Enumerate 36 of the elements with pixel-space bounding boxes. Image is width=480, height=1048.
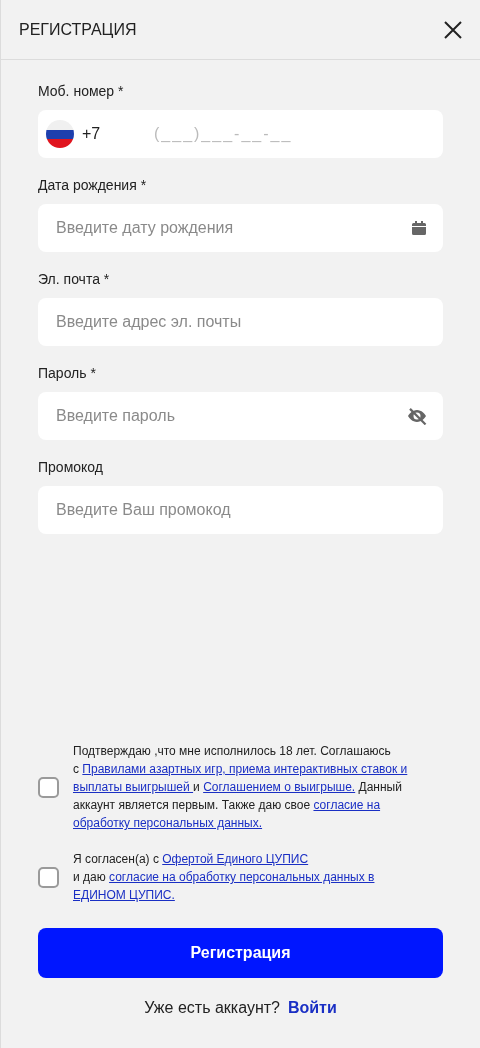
account-prompt: Уже есть аккаунт? <box>144 998 280 1018</box>
consent-text: Я согласен(а) с Офертой Единого ЦУПИС и даю согласие на обработку персональных данных в ЕДИНОМ ЦУПИС. <box>73 851 375 904</box>
input-field[interactable]: Введите Ваш промокод <box>38 486 443 534</box>
text-input[interactable]: Введите Ваш промокод <box>56 498 427 522</box>
consent-link[interactable]: обработку персональных данных. <box>73 816 263 830</box>
eye-off-icon[interactable] <box>407 407 427 425</box>
input-field[interactable]: Введите пароль <box>38 392 443 440</box>
register-button[interactable]: Регистрация <box>38 928 443 978</box>
text-input[interactable]: Введите дату рождения <box>56 216 411 240</box>
consent-link[interactable]: Правилами азартных игр, приема интерактивных ставок и <box>82 762 408 776</box>
checkbox[interactable] <box>38 866 59 888</box>
field-label: Пароль * <box>38 364 97 383</box>
phone-input[interactable]: (___)___-__-__ <box>154 122 427 146</box>
phone-field[interactable]: +7 (___)___-__-__ <box>38 110 443 158</box>
calendar-icon[interactable] <box>411 220 427 236</box>
country-code: +7 <box>82 124 102 144</box>
field-label: Дата рождения * <box>38 176 148 195</box>
dialog-title: РЕГИСТРАЦИЯ <box>19 19 137 40</box>
input-field[interactable]: Введите адрес эл. почты <box>38 298 443 346</box>
close-icon <box>444 20 462 39</box>
consent-link[interactable]: согласие на <box>313 798 381 812</box>
consent-link[interactable]: Офертой Единого ЦУПИС <box>162 852 309 866</box>
field-label: Моб. номер * <box>38 82 125 101</box>
consent-link[interactable]: ЕДИНОМ ЦУПИС. <box>73 888 175 902</box>
checkbox[interactable] <box>38 776 59 798</box>
field-label: Эл. почта * <box>38 270 111 289</box>
field-label: Промокод <box>38 458 104 477</box>
consent-link[interactable]: выплаты выигрышей <box>73 780 194 794</box>
consent-link[interactable]: согласие на обработку персональных данных в <box>109 870 375 884</box>
input-field[interactable]: Введите дату рождения <box>38 204 443 252</box>
text-input[interactable]: Введите адрес эл. почты <box>56 310 427 334</box>
text-input[interactable]: Введите пароль <box>56 404 407 428</box>
consent-text: Подтверждаю ,что мне исполнилось 18 лет. Соглашаюсь с Правилами азартных игр, приема интерактивных ставок и выплаты выигрышей и Соглашением о выигрыше. Данный аккаунт является первым. Также даю свое согласие на обработку персональных данных. <box>73 743 408 832</box>
login-link[interactable]: Войти <box>287 996 337 1020</box>
flag-icon <box>46 120 74 148</box>
consent-link[interactable]: Соглашением о выигрыше. <box>203 780 356 794</box>
